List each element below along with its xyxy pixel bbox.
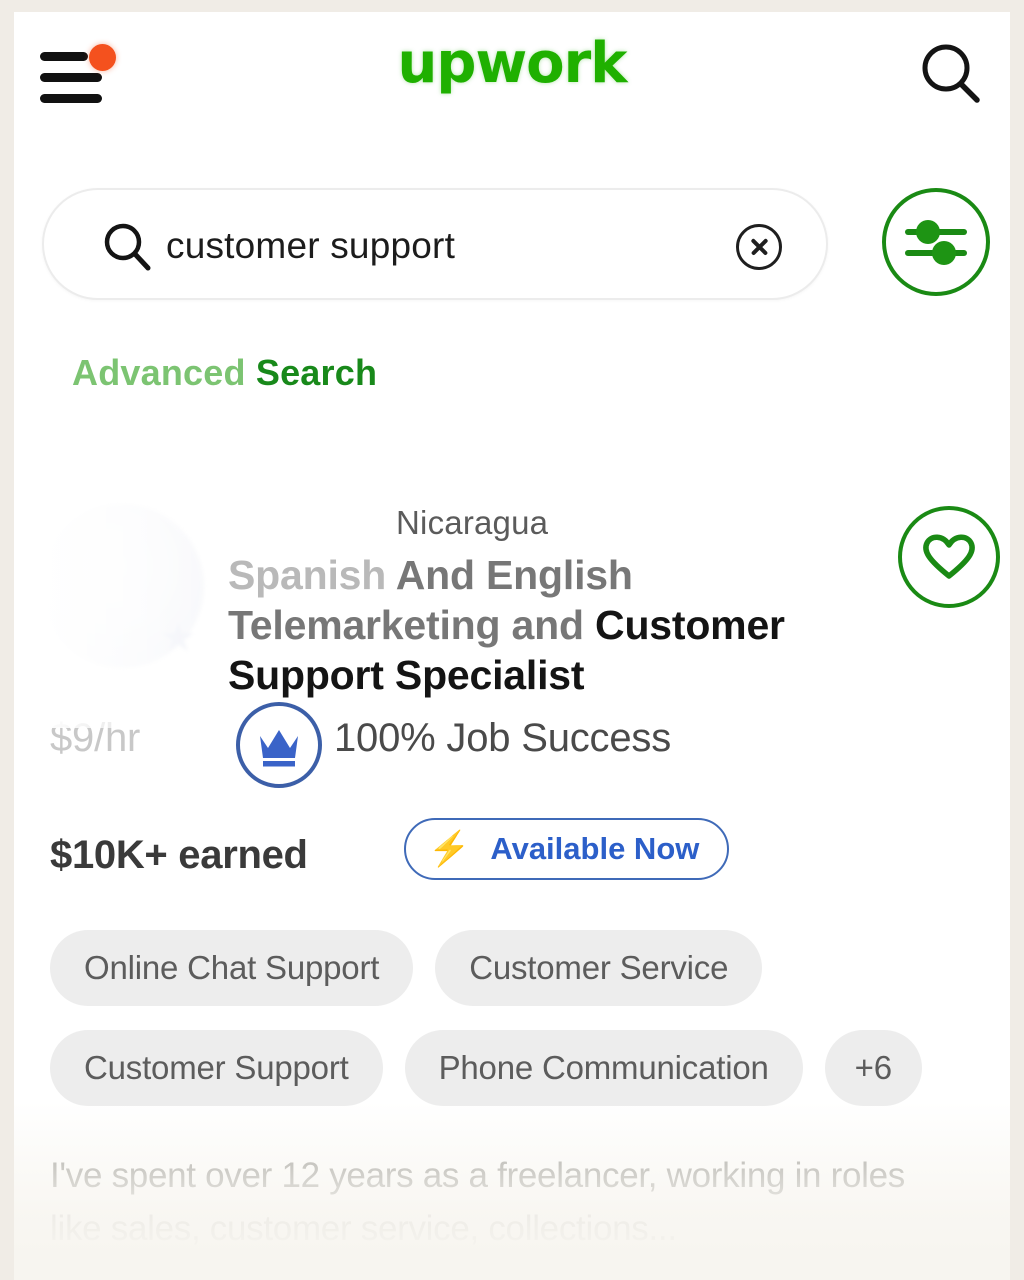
clear-search-button[interactable]	[736, 224, 782, 270]
search-row: customer support	[14, 180, 1010, 308]
profile-title-part-1: Spanish	[228, 552, 387, 598]
total-earned: $10K+ earned	[50, 833, 308, 877]
avatar: ★	[40, 504, 204, 668]
profile-description: I've spent over 12 years as a freelancer…	[50, 1156, 906, 1248]
sliders-filter-icon	[905, 220, 967, 265]
job-success-text: 100% Job Success	[334, 716, 671, 760]
hourly-rate: $9/hr	[50, 716, 141, 760]
lightning-bolt-icon: ⚡	[428, 830, 471, 868]
job-success-badge	[236, 702, 322, 788]
skill-tag[interactable]: Customer Service	[435, 930, 763, 1006]
profile-location: Nicaragua	[396, 504, 549, 541]
app-frame: upwork customer support Advanced Search …	[14, 12, 1010, 1280]
top-rated-star-icon: ★	[160, 616, 196, 660]
heart-icon	[923, 534, 975, 579]
upwork-logo[interactable]: upwork	[14, 36, 1010, 92]
skill-tags-overflow[interactable]: +6	[824, 1030, 922, 1106]
skill-tag[interactable]: Phone Communication	[404, 1030, 803, 1106]
save-freelancer-button[interactable]	[898, 506, 1000, 608]
header-search-icon[interactable]	[914, 38, 986, 110]
search-glyph	[922, 44, 980, 103]
hamburger-bar	[40, 94, 102, 103]
search-icon	[100, 220, 156, 281]
search-input[interactable]: customer support	[42, 188, 828, 300]
filter-button[interactable]	[882, 188, 990, 296]
advanced-search-link[interactable]: Advanced Search	[72, 352, 377, 394]
search-glyph	[104, 223, 151, 271]
profile-title: Spanish And English Telemarketing and Cu…	[228, 550, 878, 700]
advanced-search-word-2: Search	[255, 352, 378, 393]
app-header: upwork	[14, 12, 1010, 134]
search-query-text: customer support	[166, 225, 456, 266]
skill-tags: Online Chat Support Customer Service Cus…	[50, 930, 980, 1106]
advanced-search-word-1: Advanced	[72, 352, 246, 393]
crown-icon	[260, 730, 298, 767]
available-now-label: Available Now	[490, 831, 700, 866]
skill-tag[interactable]: Online Chat Support	[50, 930, 414, 1006]
available-now-badge[interactable]: ⚡ Available Now	[404, 818, 730, 880]
skill-tag[interactable]: Customer Support	[50, 1030, 383, 1106]
